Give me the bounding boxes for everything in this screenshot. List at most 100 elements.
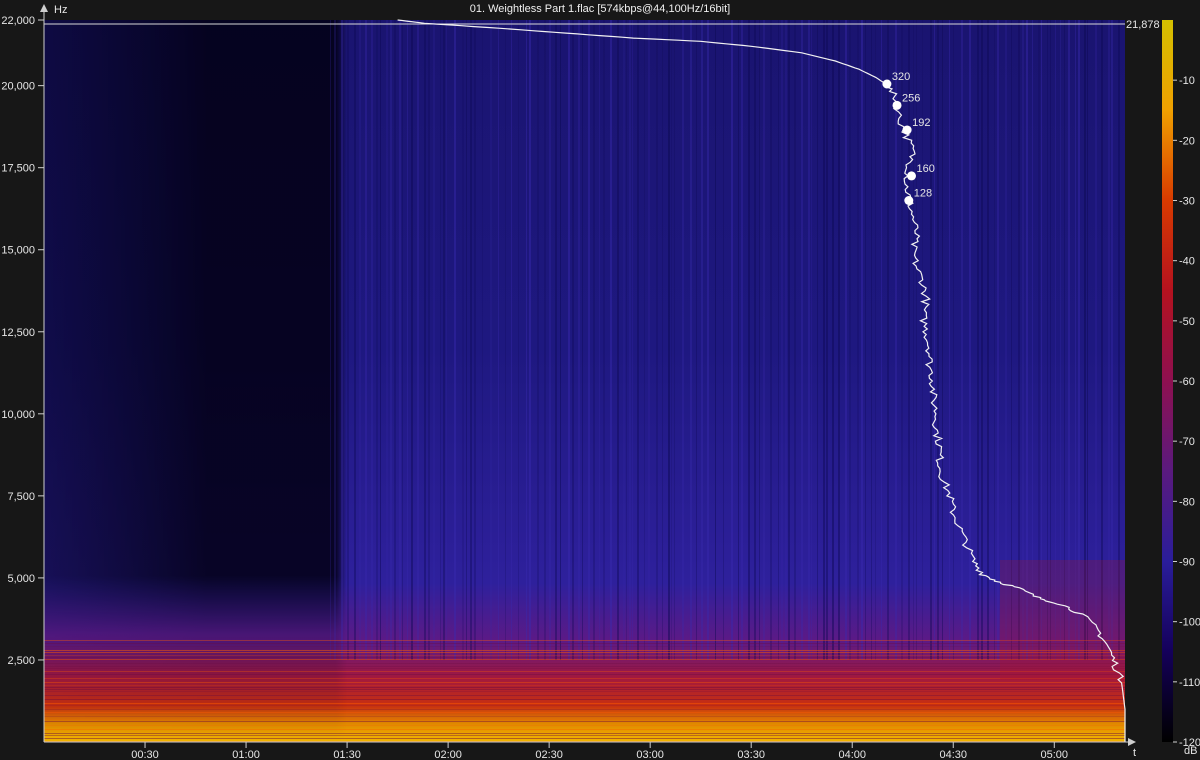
texture-streak <box>593 20 595 660</box>
texture-streak <box>544 20 546 660</box>
texture-streak <box>696 20 697 660</box>
texture-streak <box>411 20 413 660</box>
texture-streak <box>529 20 531 660</box>
texture-band <box>44 682 1125 683</box>
bitrate-marker-label: 192 <box>912 117 930 129</box>
texture-streak <box>629 20 631 660</box>
y-axis-arrow-icon <box>40 4 48 12</box>
texture-streak <box>399 20 401 660</box>
texture-hotspot <box>1000 560 1125 680</box>
x-axis-arrow-icon <box>1128 738 1136 746</box>
texture-streak <box>511 20 512 660</box>
bitrate-marker-dot <box>904 196 914 205</box>
texture-streak <box>937 20 939 660</box>
texture-streak <box>845 20 847 660</box>
y-axis-label: Hz <box>54 4 67 16</box>
colorbar-bar <box>1162 20 1173 742</box>
colorbar-tick-label: -90 <box>1179 557 1195 569</box>
texture-streak <box>498 20 499 660</box>
texture-band <box>44 640 1125 641</box>
texture-streak <box>365 20 367 660</box>
texture-streak <box>474 20 476 660</box>
texture-streak <box>330 20 331 660</box>
texture-streak <box>402 20 403 660</box>
colorbar-tick-label: -30 <box>1179 196 1195 208</box>
texture-streak <box>987 20 989 660</box>
texture-streak <box>526 20 527 660</box>
texture-streak <box>626 20 627 660</box>
texture-streak <box>778 20 779 660</box>
texture-band <box>44 678 1125 679</box>
texture-streak <box>568 20 570 660</box>
texture-streak <box>770 20 772 660</box>
texture-band <box>44 650 1125 651</box>
texture-streak <box>549 20 551 660</box>
texture-streak <box>644 20 645 660</box>
texture-streak <box>690 20 692 660</box>
texture-streak <box>817 20 818 660</box>
texture-streak <box>347 20 349 660</box>
texture-streak <box>560 20 561 660</box>
texture-streak <box>386 20 388 660</box>
texture-streak <box>588 20 590 660</box>
texture-band <box>44 709 1125 710</box>
texture-streak <box>715 20 716 660</box>
texture-streak <box>707 20 709 660</box>
texture-streak <box>359 20 361 660</box>
spectrogram-plot-area <box>44 20 1125 742</box>
x-tick-label: 04:30 <box>939 749 967 760</box>
y-tick-label: 12,500 <box>1 327 35 339</box>
texture-band <box>44 691 1125 692</box>
texture-streak <box>578 20 580 660</box>
texture-band <box>44 643 1125 644</box>
texture-band <box>44 716 1125 717</box>
x-tick-label: 01:30 <box>333 749 361 760</box>
texture-band <box>44 657 1125 658</box>
colorbar: -10-20-30-40-50-60-70-80-90-100-110-120 … <box>1162 20 1200 757</box>
texture-streak <box>433 20 435 660</box>
bitrate-marker-dot <box>892 100 902 110</box>
texture-streak <box>417 20 419 660</box>
texture-streak <box>857 20 859 660</box>
texture-band <box>44 646 1125 647</box>
texture-band <box>44 735 1125 736</box>
texture-streak <box>466 20 467 660</box>
texture-streak <box>662 20 663 660</box>
texture-streak <box>390 20 392 660</box>
x-tick-label: 00:30 <box>131 749 159 760</box>
texture-streak <box>811 20 812 660</box>
y-tick-label: 17,500 <box>1 163 35 175</box>
texture-band <box>44 712 1125 713</box>
texture-band <box>44 705 1125 706</box>
texture-streak <box>838 20 840 660</box>
texture-band <box>44 699 1125 700</box>
texture-streak <box>871 20 872 660</box>
x-axis-label: t <box>1133 747 1136 759</box>
texture-streak <box>623 20 625 660</box>
texture-streak <box>823 20 825 660</box>
colorbar-tick-label: -20 <box>1179 135 1195 147</box>
y-tick-label: 15,000 <box>1 245 35 257</box>
texture-streak <box>572 20 574 660</box>
texture-streak <box>537 20 539 660</box>
bitrate-marker-label: 128 <box>914 188 932 200</box>
texture-streak <box>610 20 612 660</box>
texture-streak <box>440 20 441 660</box>
y-ticks: 22,000 20,000 17,500 15,000 12,500 10,000 7,50… <box>1 15 44 667</box>
texture-streak <box>949 20 950 660</box>
y-tick-label: 7,500 <box>7 491 35 503</box>
y-tick-label: 2,500 <box>7 655 35 667</box>
texture-streak <box>656 20 658 660</box>
texture-streak <box>518 20 519 660</box>
x-tick-label: 02:00 <box>434 749 462 760</box>
texture-streak <box>849 20 851 660</box>
x-tick-label: 01:00 <box>232 749 260 760</box>
texture-streak <box>632 20 633 660</box>
texture-streak <box>997 20 999 660</box>
bitrate-marker-label: 320 <box>892 71 910 83</box>
x-tick-label: 03:00 <box>636 749 664 760</box>
spectrogram-chart: 21,878 320 256 192 160 128 Hz t 22,000 20,000… <box>1 3 1200 760</box>
x-tick-label: 02:30 <box>535 749 563 760</box>
colorbar-tick-label: -50 <box>1179 316 1195 328</box>
bitrate-marker-dot <box>882 79 892 89</box>
